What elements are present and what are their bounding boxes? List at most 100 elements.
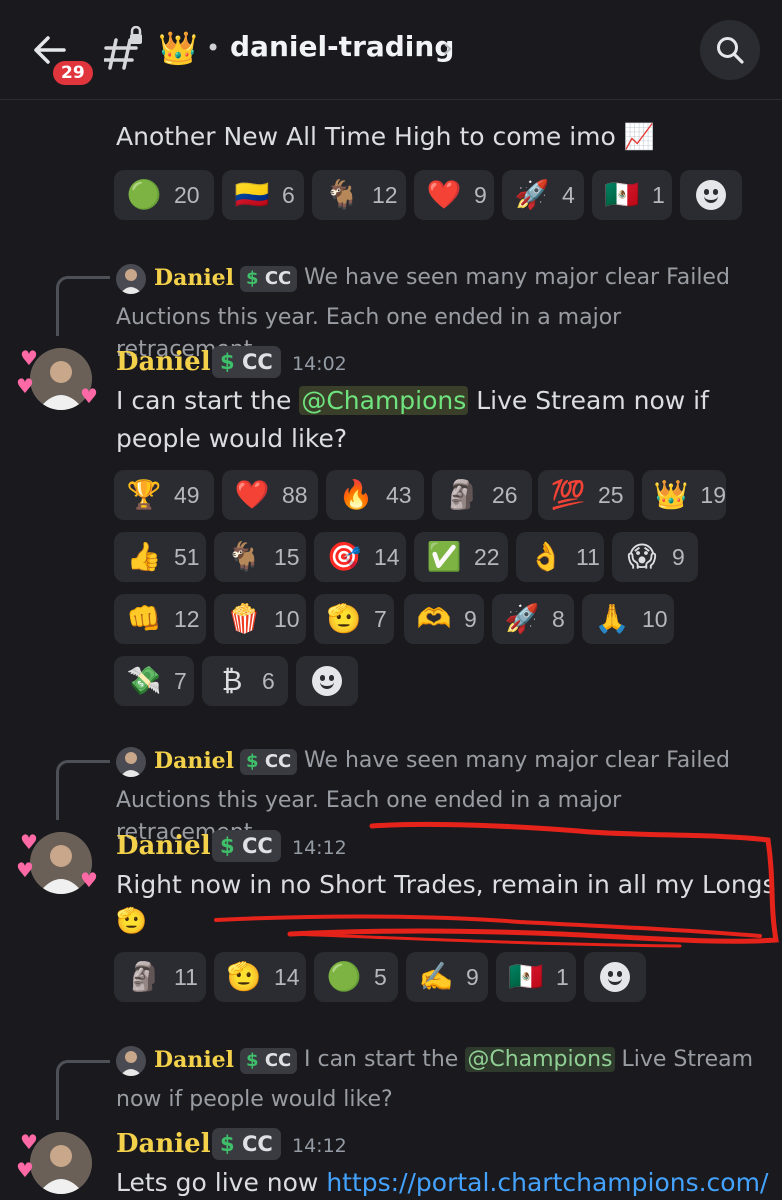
reaction[interactable]: 🫡 7 [314,594,394,644]
heart-icon: ♥ [16,1158,34,1182]
heart-icon: ♥ [16,858,34,882]
reaction-emoji: ❤️ [234,478,270,511]
reaction-count: 22 [474,543,500,570]
reaction[interactable]: ✅ 22 [414,532,508,582]
reply-author[interactable]: Daniel [154,262,234,294]
reaction-count: 9 [466,963,479,990]
reaction[interactable]: 🚀 8 [492,594,574,644]
reply-avatar[interactable] [116,264,146,294]
reaction[interactable]: 👌 11 [516,532,604,582]
reply-preview-text[interactable]: We have seen many major clear Failed [304,262,730,294]
reply-avatar[interactable] [116,747,146,777]
reaction-count: 10 [274,605,300,632]
reaction[interactable]: 👍 51 [114,532,206,582]
reaction[interactable]: 🫡 14 [214,952,306,1002]
reaction-count: 11 [576,543,600,570]
reaction[interactable]: 🗿 26 [432,470,532,520]
reply-preview-text[interactable]: I can start the @Champions Live Stream [304,1044,753,1076]
channel-hash-lock-icon [104,26,142,70]
heart-icon: ♥ [80,384,98,408]
unread-badge: 29 [50,58,96,88]
add-reaction-button[interactable] [680,170,742,220]
timestamp: 14:12 [292,837,347,859]
separator-dot: • [206,34,221,62]
reaction[interactable]: 🫶 9 [404,594,484,644]
reaction-emoji: 🟢 [126,178,162,211]
search-button[interactable] [700,20,760,80]
timestamp: 14:02 [292,353,347,375]
reaction-count: 25 [598,481,624,508]
reaction-count: 43 [386,481,412,508]
reaction[interactable]: 🐐 12 [312,170,406,220]
reaction-count: 88 [282,481,308,508]
reaction-emoji: 🐐 [324,178,360,211]
reaction-emoji: 💸 [126,664,162,697]
reaction[interactable]: 🇨🇴 6 [222,170,304,220]
reaction-emoji: 🫶 [416,602,452,635]
author-name[interactable]: Daniel [116,344,211,380]
reaction-emoji: 🫡 [326,602,362,635]
heart-icon: ♥ [20,346,38,370]
reply-preview-text[interactable]: now if people would like? [116,1084,393,1116]
reaction[interactable]: 🟢 5 [314,952,398,1002]
reaction[interactable]: 🎯 14 [314,532,406,582]
channel-name[interactable]: daniel-trading [230,26,454,68]
reaction-emoji: 🟢 [326,960,362,993]
reaction[interactable]: ❤️ 88 [222,470,318,520]
heart-icon: ♥ [20,830,38,854]
message-text: people would like? [116,424,348,453]
role-tag: $ CC [212,1128,281,1160]
reaction[interactable]: 💸 7 [114,656,194,706]
author-avatar[interactable]: ♥ ♥ [16,1128,96,1200]
reaction-emoji: 🍿 [226,602,262,635]
channel-header: 29 👑 • daniel-trading › [0,0,782,100]
avatar-image [120,752,142,777]
add-reaction-button[interactable] [584,952,646,1002]
reaction[interactable]: 😱 9 [612,532,698,582]
author-avatar[interactable]: ♥ ♥ ♥ [16,344,98,424]
message-link[interactable]: https://portal.chartchampions.com/ [326,1168,768,1197]
reaction[interactable]: 🇲🇽 1 [496,952,576,1002]
reaction[interactable]: 🚀 4 [502,170,584,220]
reply-author[interactable]: Daniel [154,1044,234,1076]
reaction[interactable]: ❤️ 9 [414,170,494,220]
role-tag-label: CC [241,1132,273,1156]
reaction[interactable]: 🍿 10 [214,594,306,644]
reaction-emoji: 🗿 [126,960,162,993]
reaction-count: 9 [464,605,477,632]
reply-avatar[interactable] [116,1046,146,1076]
role-mention[interactable]: @Champions [299,386,469,415]
reaction-emoji: ✅ [426,540,462,573]
add-reaction-button[interactable] [296,656,358,706]
role-mention[interactable]: @Champions [465,1047,615,1072]
reply-preview-text[interactable]: We have seen many major clear Failed [304,745,730,777]
reaction[interactable]: 🙏 10 [582,594,674,644]
reaction[interactable]: 🔥 43 [326,470,424,520]
author-name[interactable]: Daniel [116,1126,211,1162]
reaction-emoji: 👑 [653,478,689,511]
reaction[interactable]: 🐐 15 [214,532,306,582]
reaction-count: 7 [174,667,187,694]
reaction[interactable]: 💯 25 [538,470,634,520]
reaction[interactable]: 👊 12 [114,594,206,644]
author-name[interactable]: Daniel [116,828,211,864]
chevron-right-icon[interactable]: › [442,28,453,68]
author-avatar[interactable]: ♥ ♥ ♥ [16,828,98,908]
reaction-count: 1 [652,181,665,208]
reaction-emoji: ✍️ [418,960,454,993]
reaction-emoji: 🚀 [514,178,550,211]
role-tag: $ CC [212,830,281,862]
reaction-count: 20 [174,181,200,208]
reaction[interactable]: 👑 19 [642,470,726,520]
reaction-count: 51 [174,543,200,570]
reaction[interactable]: 🇲🇽 1 [592,170,672,220]
heart-icon: ♥ [80,868,98,892]
reaction[interactable]: ✍️ 9 [406,952,488,1002]
reply-author[interactable]: Daniel [154,745,234,777]
reaction[interactable]: ₿ 6 [202,656,288,706]
message-text: Another New All Time High to come imo 📈 [116,122,655,151]
reaction[interactable]: 🗿 11 [114,952,206,1002]
reaction[interactable]: 🟢 20 [114,170,214,220]
reaction[interactable]: 🏆 49 [114,470,214,520]
smiley-icon [600,962,630,992]
